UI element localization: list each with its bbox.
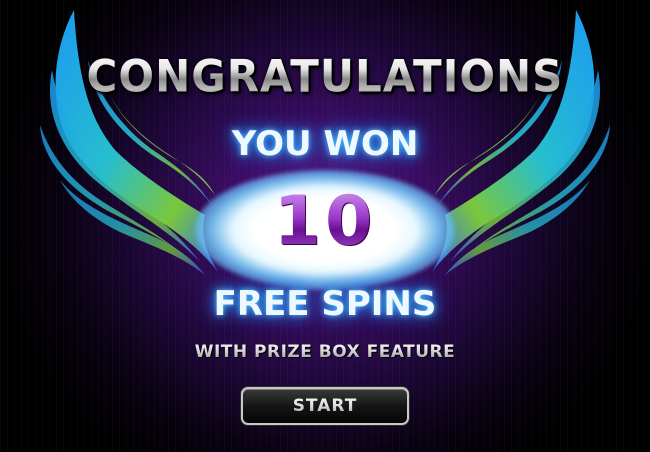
start-button[interactable]: START bbox=[241, 387, 409, 425]
free-spins-win-popup: CONGRATULATIONS YOU WON 10 FREE SPINS WI… bbox=[0, 0, 650, 452]
free-spins-label: FREE SPINS bbox=[213, 284, 437, 324]
prize-box-feature-label: WITH PRIZE BOX FEATURE bbox=[0, 342, 650, 362]
you-won-label: YOU WON bbox=[231, 124, 419, 164]
start-button-label: START bbox=[292, 396, 358, 416]
free-spins-count: 10 bbox=[0, 182, 650, 262]
congratulations-title: CONGRATULATIONS bbox=[0, 51, 650, 102]
